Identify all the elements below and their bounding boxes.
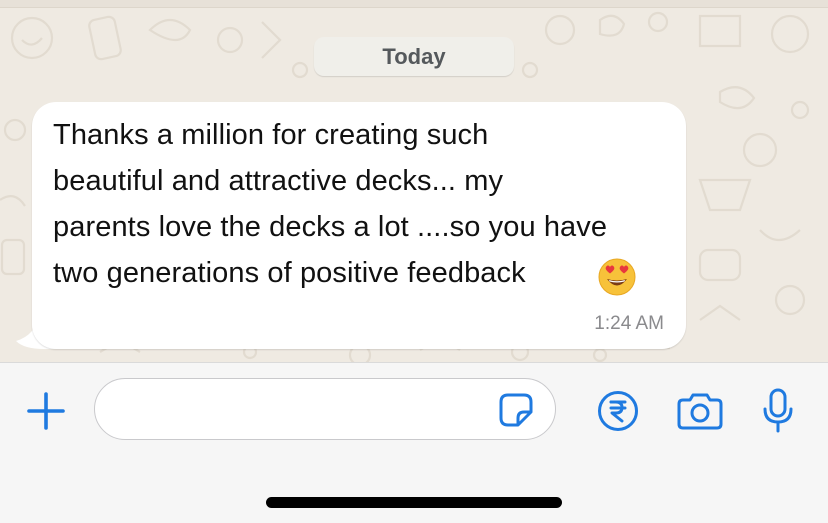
message-input[interactable]: [115, 379, 499, 441]
plus-icon: [27, 392, 65, 430]
message-text-line: parents love the decks a lot ....so you …: [53, 211, 608, 243]
rupee-payment-icon: [598, 391, 638, 431]
camera-icon: [677, 393, 723, 430]
message-text-line: Thanks a million for creating such: [53, 119, 489, 151]
date-separator: Today: [314, 37, 514, 76]
home-indicator[interactable]: [266, 497, 562, 508]
heart-eyes-emoji-icon: [598, 258, 636, 296]
date-label: Today: [382, 43, 446, 69]
message-input-field[interactable]: [94, 378, 556, 441]
voice-record-button[interactable]: [760, 387, 796, 435]
chat-screen: Today Thanks a million for creating such…: [0, 0, 828, 523]
message-text-line: two generations of positive feedback: [53, 257, 526, 289]
microphone-icon: [763, 388, 793, 433]
message-bubble[interactable]: Thanks a million for creating such beaut…: [32, 102, 686, 349]
message-timestamp: 1:24 AM: [594, 313, 664, 334]
composer-bar: [0, 362, 828, 523]
attach-button[interactable]: [24, 389, 68, 433]
chat-area[interactable]: Today Thanks a million for creating such…: [0, 0, 828, 362]
payment-button[interactable]: [596, 389, 640, 433]
sticker-icon: [499, 393, 533, 427]
camera-button[interactable]: [677, 389, 723, 433]
sticker-button[interactable]: [497, 392, 535, 428]
message-text-line: beautiful and attractive decks... my: [53, 165, 504, 197]
